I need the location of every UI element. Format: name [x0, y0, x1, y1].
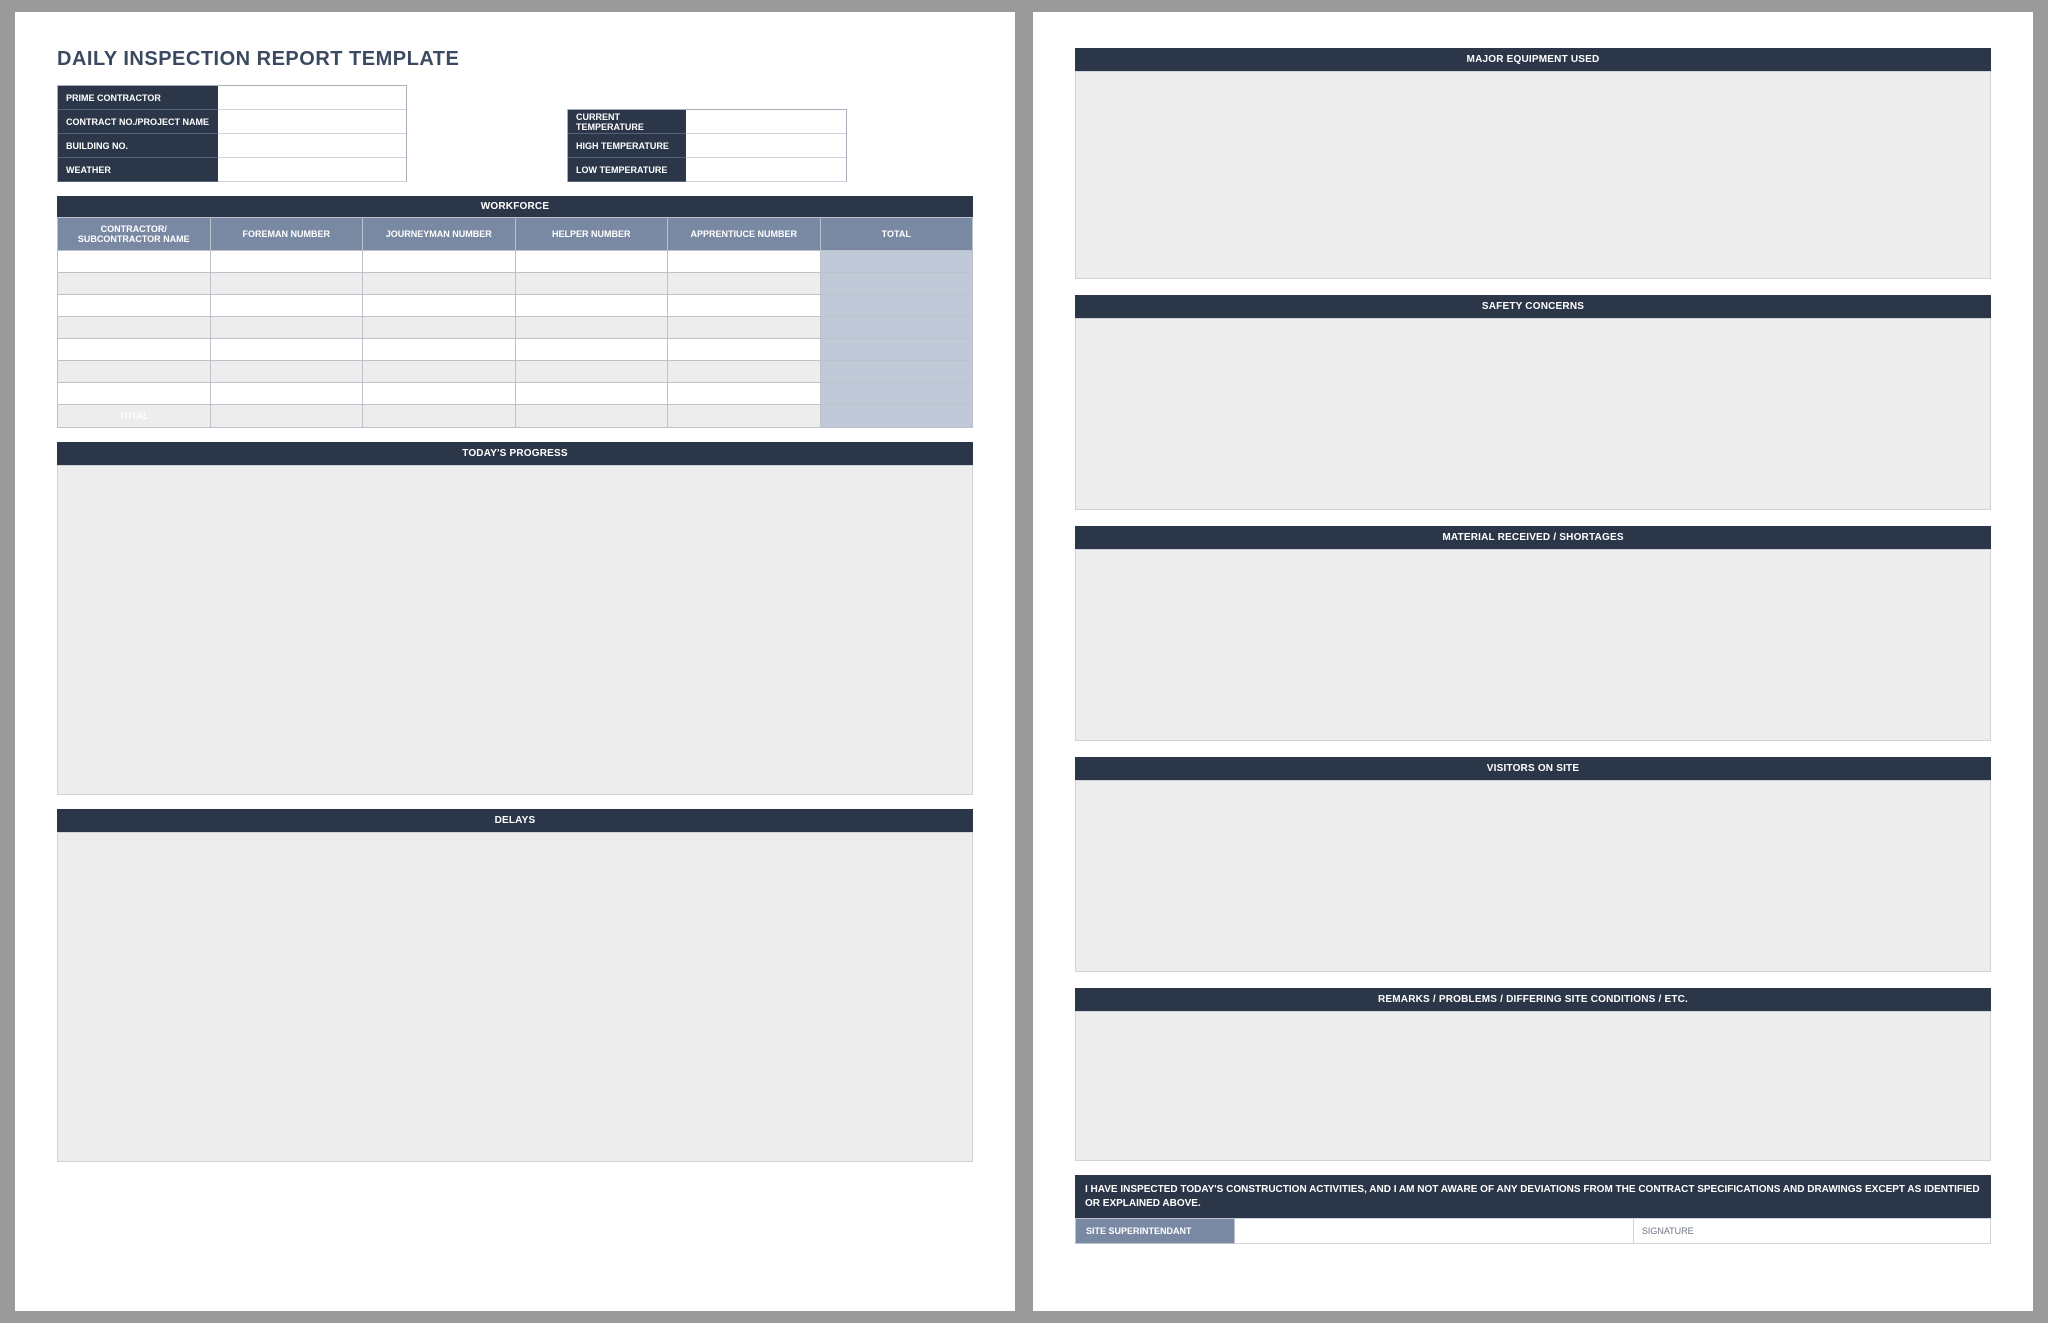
progress-heading: TODAY'S PROGRESS — [57, 442, 973, 465]
table-row — [58, 273, 973, 295]
col-journeyman: JOURNEYMAN NUMBER — [363, 218, 516, 251]
col-total: TOTAL — [820, 218, 973, 251]
label-contract-no: CONTRACT NO./PROJECT NAME — [58, 110, 218, 134]
field-prime-contractor[interactable] — [218, 86, 406, 110]
label-low-temp: LOW TEMPERATURE — [568, 158, 686, 182]
label-signature: SIGNATURE — [1634, 1218, 1706, 1244]
label-weather: WEATHER — [58, 158, 218, 182]
label-high-temp: HIGH TEMPERATURE — [568, 134, 686, 158]
workforce-body: TOTAL — [58, 251, 973, 428]
safety-heading: SAFETY CONCERNS — [1075, 295, 1991, 318]
signature-row: SITE SUPERINTENDANT SIGNATURE — [1075, 1218, 1991, 1244]
remarks-box[interactable] — [1075, 1011, 1991, 1161]
visitors-box[interactable] — [1075, 780, 1991, 972]
total-label: TOTAL — [58, 405, 211, 428]
field-weather[interactable] — [218, 158, 406, 182]
table-row — [58, 339, 973, 361]
col-contractor: CONTRACTOR/ SUBCONTRACTOR NAME — [58, 218, 211, 251]
table-row — [58, 317, 973, 339]
table-row — [58, 295, 973, 317]
workforce-table: CONTRACTOR/ SUBCONTRACTOR NAME FOREMAN N… — [57, 217, 973, 428]
table-row — [58, 383, 973, 405]
page-1: DAILY INSPECTION REPORT TEMPLATE PRIME C… — [15, 12, 1015, 1311]
material-heading: MATERIAL RECEIVED / SHORTAGES — [1075, 526, 1991, 549]
col-foreman: FOREMAN NUMBER — [210, 218, 363, 251]
header-left-group: PRIME CONTRACTOR CONTRACT NO./PROJECT NA… — [57, 85, 407, 182]
visitors-heading: VISITORS ON SITE — [1075, 757, 1991, 780]
field-current-temp[interactable] — [686, 110, 846, 134]
label-prime-contractor: PRIME CONTRACTOR — [58, 86, 218, 110]
equipment-box[interactable] — [1075, 71, 1991, 279]
table-row — [58, 251, 973, 273]
page-2: MAJOR EQUIPMENT USED SAFETY CONCERNS MAT… — [1033, 12, 2033, 1311]
col-apprentice: APPRENTIUCE NUMBER — [668, 218, 821, 251]
workforce-heading: WORKFORCE — [57, 196, 973, 217]
label-building-no: BUILDING NO. — [58, 134, 218, 158]
page-title: DAILY INSPECTION REPORT TEMPLATE — [57, 48, 973, 71]
col-helper: HELPER NUMBER — [515, 218, 668, 251]
label-superintendant: SITE SUPERINTENDANT — [1075, 1218, 1235, 1244]
material-box[interactable] — [1075, 549, 1991, 741]
remarks-heading: REMARKS / PROBLEMS / DIFFERING SITE COND… — [1075, 988, 1991, 1011]
field-low-temp[interactable] — [686, 158, 846, 182]
delays-box[interactable] — [57, 832, 973, 1162]
progress-box[interactable] — [57, 465, 973, 795]
safety-box[interactable] — [1075, 318, 1991, 510]
field-contract-no[interactable] — [218, 110, 406, 134]
header-right-group: CURRENT TEMPERATURE HIGH TEMPERATURE LOW… — [567, 109, 847, 182]
table-row — [58, 361, 973, 383]
field-high-temp[interactable] — [686, 134, 846, 158]
field-signature[interactable] — [1706, 1218, 1991, 1244]
inspection-statement: I HAVE INSPECTED TODAY'S CONSTRUCTION AC… — [1075, 1175, 1991, 1218]
workforce-total-row: TOTAL — [58, 405, 973, 428]
field-building-no[interactable] — [218, 134, 406, 158]
label-current-temp: CURRENT TEMPERATURE — [568, 110, 686, 134]
field-superintendant[interactable] — [1235, 1218, 1634, 1244]
equipment-heading: MAJOR EQUIPMENT USED — [1075, 48, 1991, 71]
delays-heading: DELAYS — [57, 809, 973, 832]
header-row: PRIME CONTRACTOR CONTRACT NO./PROJECT NA… — [57, 85, 973, 182]
